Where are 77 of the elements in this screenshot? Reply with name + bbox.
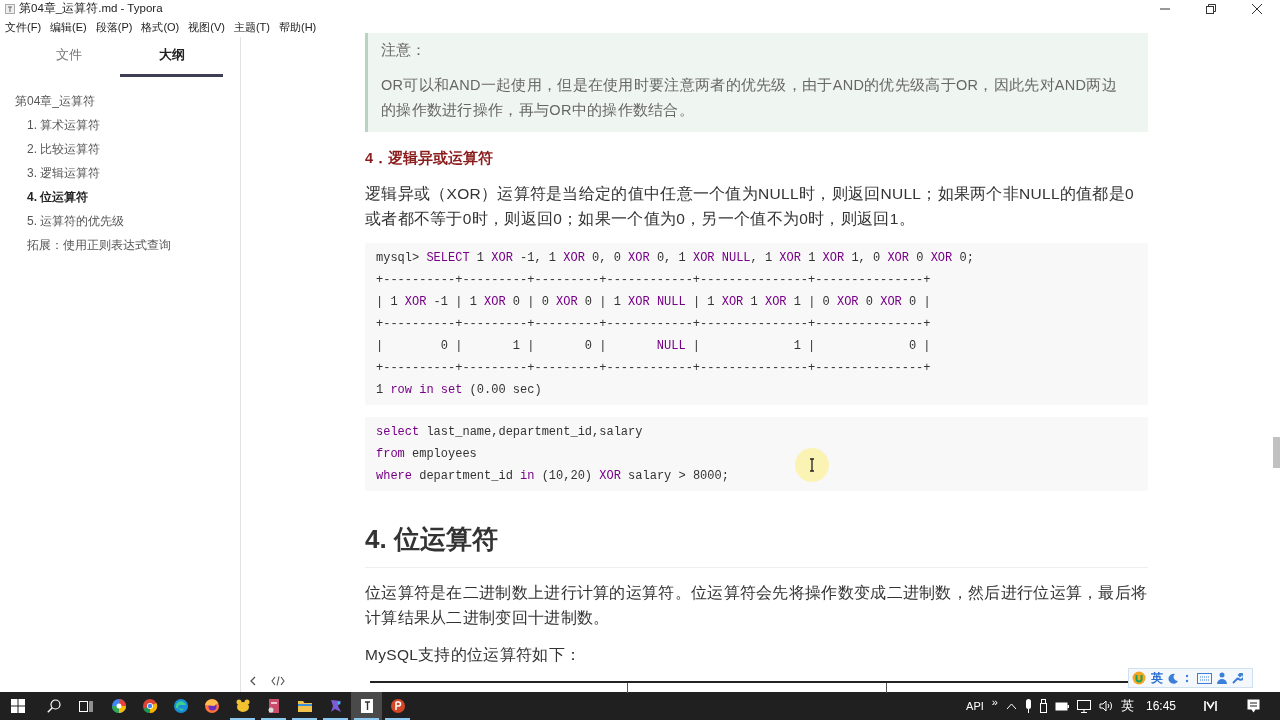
- fox-circle-icon: [203, 698, 220, 714]
- outline-item[interactable]: 5. 运算符的优先级: [0, 209, 240, 233]
- outline-item[interactable]: 1. 算术运算符: [0, 113, 240, 137]
- colorful-circle-icon: [110, 698, 127, 714]
- wave-circle-icon: [172, 698, 189, 714]
- menu-item[interactable]: 格式(O): [141, 19, 180, 36]
- menu-item[interactable]: 视图(V): [188, 19, 225, 36]
- sidebar-tab[interactable]: 文件: [17, 37, 120, 77]
- running-indicator: [385, 718, 410, 720]
- chevron-up-icon[interactable]: [1005, 702, 1017, 710]
- section-heading: 4. 位运算符: [365, 521, 1148, 568]
- u-logo-icon[interactable]: [1132, 671, 1146, 685]
- code-line: select last_name,department_id,salary: [376, 424, 644, 441]
- menu-item[interactable]: 编辑(E): [50, 19, 87, 36]
- windows-start-icon[interactable]: [11, 699, 25, 713]
- outline-item[interactable]: 4. 位运算符: [0, 185, 240, 209]
- scrollbar-thumb[interactable]: [1273, 437, 1280, 468]
- code-line: mysql> SELECT 1 XOR -1, 1 XOR 0, 0 XOR 0, 1 XOR NULL, 1 XOR 1 XOR 1, 0 XOR 0 XOR 0;: [376, 250, 975, 267]
- code-line: where department_id in (10,20) XOR salary > 8000;: [376, 468, 730, 485]
- close-icon: [1252, 4, 1262, 14]
- outline-item[interactable]: 2. 比较运算符: [0, 137, 240, 161]
- app-icon: [5, 4, 15, 14]
- tray-label[interactable]: API: [966, 697, 984, 715]
- notification-icon[interactable]: [1247, 699, 1260, 713]
- input-mode-label[interactable]: 英: [1151, 669, 1163, 687]
- document-icon: [358, 698, 375, 714]
- folder-icon: [296, 698, 313, 714]
- running-indicator: [323, 718, 348, 720]
- paragraph: 逻辑异或（XOR）运算符是当给定的值中任意一个值为NULL时，则返回NULL；如果两个非NULL的值都是0或者都不等于0时，则返回0；如果一个值为0，另一个值不为0时，则返回1。: [365, 184, 1135, 229]
- usb-drive-icon[interactable]: [1039, 699, 1047, 713]
- paragraph: 位运算符是在二进制数上进行计算的运算符。位运算符会先将操作数变成二进制数，然后进行位运算，最后将计算结果从二进制变回十进制数。: [365, 583, 1148, 628]
- running-indicator: [230, 718, 255, 720]
- chevron-left-icon[interactable]: [249, 676, 257, 686]
- running-indicator: [354, 718, 379, 720]
- input-method-indicator[interactable]: 英: [1120, 696, 1134, 716]
- code-line: +----------+---------+---------+------------+---------------+---------------+: [376, 360, 932, 377]
- outline-item[interactable]: 第04章_运算符: [0, 89, 240, 113]
- code-line: from employees: [376, 446, 478, 463]
- restore-icon: [1206, 4, 1216, 14]
- code-line: +----------+---------+---------+------------+---------------+---------------+: [376, 316, 932, 333]
- speaker-icon[interactable]: [1098, 700, 1113, 712]
- clock-time[interactable]: 16:45: [1145, 697, 1176, 715]
- code-line: | 0 | 1 | 0 | NULL | 1 | 0 |: [376, 338, 932, 355]
- monitor-icon[interactable]: [1076, 699, 1091, 713]
- sidebar-tab[interactable]: 大纲: [120, 37, 223, 77]
- running-indicator: [261, 718, 286, 720]
- menu-item[interactable]: 主题(T): [233, 19, 270, 36]
- code-line: | 1 XOR -1 | 1 XOR 0 | 0 XOR 0 | 1 XOR NULL | 1 XOR 1 XOR 1 | 0 XOR 0 XOR 0 |: [376, 294, 932, 311]
- code-line: +----------+---------+---------+------------+---------------+---------------+: [376, 272, 932, 289]
- bars-icon[interactable]: [1204, 700, 1217, 712]
- taskbar-app[interactable]: [351, 692, 382, 720]
- paragraph: MySQL支持的位运算符如下：: [365, 645, 583, 665]
- person-icon[interactable]: [1217, 672, 1227, 684]
- overflow-label[interactable]: »: [991, 693, 998, 711]
- section-heading: 4．逻辑异或运算符: [365, 149, 495, 168]
- keyboard-icon[interactable]: [1197, 672, 1212, 684]
- moon-icon[interactable]: [1168, 672, 1179, 684]
- presentation-icon: [389, 698, 406, 714]
- search-icon[interactable]: [47, 699, 61, 713]
- cursor-highlight-icon: [794, 447, 830, 483]
- menu-item[interactable]: 文件(F): [5, 19, 42, 36]
- window-title: 第04章_运算符.md - Typora: [19, 1, 163, 17]
- browser-icon: [141, 698, 158, 714]
- creature-icon: [234, 698, 251, 714]
- microphone-icon[interactable]: [1024, 699, 1032, 713]
- outline-item[interactable]: 拓展：使用正则表达式查询: [0, 233, 240, 257]
- battery-icon[interactable]: [1054, 701, 1069, 711]
- note-text: OR可以和AND一起使用，但是在使用时要注意两者的优先级，由于AND的优先级高于OR，因此先对AND两边的操作数进行操作，再与OR中的操作数结合。: [381, 76, 1118, 120]
- task-view-icon[interactable]: [78, 699, 93, 713]
- wrench-icon[interactable]: [1232, 672, 1243, 684]
- code-icon[interactable]: [271, 676, 285, 686]
- code-line: 1 row in set (0.00 sec): [376, 382, 543, 399]
- menu-item[interactable]: 帮助(H): [279, 19, 317, 36]
- menu-item[interactable]: 段落(P): [95, 19, 133, 36]
- running-indicator: [292, 718, 317, 720]
- outline-item[interactable]: 3. 逻辑运算符: [0, 161, 240, 185]
- note-title: 注意：: [381, 41, 427, 60]
